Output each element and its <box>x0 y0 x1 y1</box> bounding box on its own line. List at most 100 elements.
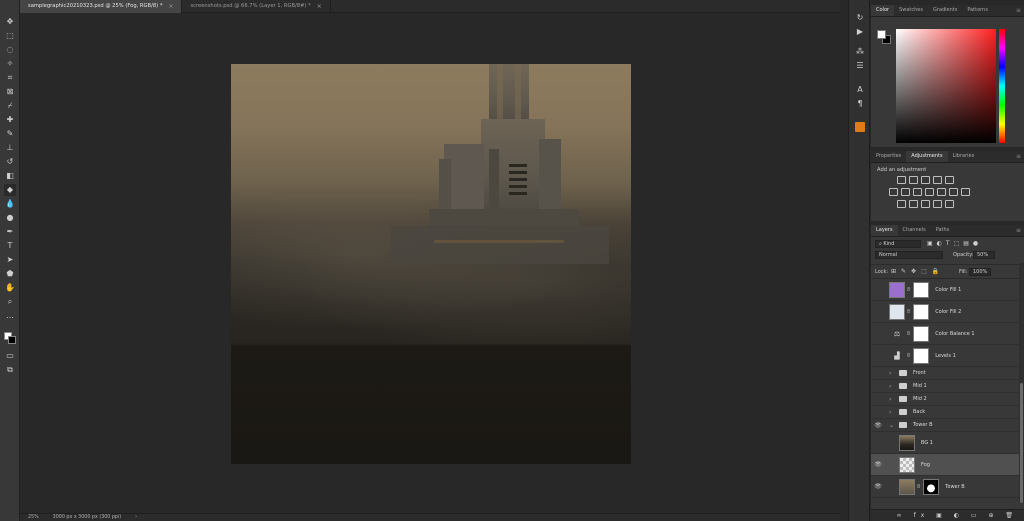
document-tab-screenshots[interactable]: screenshots.psd @ 66.7% (Layer 1, RGB/8#… <box>182 0 331 13</box>
move-tool-icon[interactable]: ✥ <box>4 16 16 28</box>
layer-mask-thumbnail[interactable] <box>913 303 930 320</box>
eye-icon[interactable]: 👁 <box>871 422 885 429</box>
opacity-input[interactable]: 50% <box>973 251 995 259</box>
tab-properties[interactable]: Properties <box>871 151 906 162</box>
screen-mode-icon[interactable]: ⧉ <box>4 364 16 376</box>
layer-filter-kind-select[interactable]: ⌕ Kind <box>875 240 921 248</box>
eye-icon[interactable]: 👁 <box>871 483 885 490</box>
tab-patterns[interactable]: Patterns <box>962 5 993 16</box>
shape-tool-icon[interactable]: ⬟ <box>4 268 16 280</box>
fill-input[interactable]: 100% <box>969 268 991 276</box>
crop-tool-icon[interactable]: ⌗ <box>4 72 16 84</box>
canvas-workspace[interactable] <box>21 14 840 513</box>
photo-filter-icon[interactable] <box>937 188 946 196</box>
layer-group-back[interactable]: › Back <box>871 406 1024 419</box>
layer-row-fog[interactable]: 👁 Fog <box>871 454 1024 476</box>
brush-tool-icon[interactable]: ✎ <box>4 128 16 140</box>
layer-group-tower-b[interactable]: 👁 ⌄ Tower B <box>871 419 1024 432</box>
eye-icon[interactable]: 👁 <box>871 461 885 468</box>
invert-icon[interactable] <box>897 200 906 208</box>
more-tools-icon[interactable]: … <box>4 310 16 322</box>
color-lookup-icon[interactable] <box>961 188 970 196</box>
tab-channels[interactable]: Channels <box>898 225 931 236</box>
path-selection-tool-icon[interactable]: ➤ <box>4 254 16 266</box>
blend-mode-select[interactable]: Normal <box>875 251 943 259</box>
close-icon[interactable]: × <box>317 0 322 13</box>
history-brush-tool-icon[interactable]: ↺ <box>4 156 16 168</box>
zoom-tool-icon[interactable]: ⌕ <box>4 296 16 308</box>
gradient-map-icon[interactable] <box>933 200 942 208</box>
tab-swatches[interactable]: Swatches <box>894 5 928 16</box>
vibrance-icon[interactable] <box>889 188 898 196</box>
posterize-icon[interactable] <box>909 200 918 208</box>
layers-footer-actions[interactable]: ∞ fx ▣ ◐ ▭ ⊕ 🗑 <box>871 509 1024 521</box>
tab-paths[interactable]: Paths <box>931 225 955 236</box>
layer-mask-thumbnail[interactable] <box>913 281 930 298</box>
sliders-icon[interactable]: ☰ <box>854 60 866 72</box>
healing-brush-tool-icon[interactable]: ✚ <box>4 114 16 126</box>
tab-libraries[interactable]: Libraries <box>948 151 980 162</box>
panel-menu-icon[interactable]: ≡ <box>1016 228 1021 234</box>
layer-row-color-fill-2[interactable]: 8 Color Fill 2 <box>871 301 1024 323</box>
document-canvas[interactable] <box>231 64 631 464</box>
paint-bucket-tool-icon[interactable]: ◆ <box>4 184 16 196</box>
paragraph-icon[interactable]: ¶ <box>854 98 866 110</box>
layer-row-bg-1[interactable]: BG 1 <box>871 432 1024 454</box>
frame-tool-icon[interactable]: ⊠ <box>4 86 16 98</box>
saturation-field[interactable] <box>896 29 996 143</box>
status-arrow-icon[interactable]: › <box>135 515 137 520</box>
panel-menu-icon[interactable]: ≡ <box>1016 154 1021 160</box>
dodge-tool-icon[interactable]: ● <box>4 212 16 224</box>
levels-icon[interactable] <box>909 176 918 184</box>
brush-settings-icon[interactable]: ⁂ <box>854 46 866 58</box>
expand-chevron-icon[interactable]: › <box>889 383 895 390</box>
selective-color-icon[interactable] <box>945 200 954 208</box>
layer-mask-thumbnail[interactable] <box>913 347 930 364</box>
pen-tool-icon[interactable]: ✒ <box>4 226 16 238</box>
scrollbar-thumb[interactable] <box>1020 383 1023 503</box>
layers-scrollbar[interactable] <box>1019 263 1024 503</box>
foreground-color-chip[interactable] <box>877 30 886 39</box>
actions-play-icon[interactable]: ▶ <box>854 26 866 38</box>
threshold-icon[interactable] <box>921 200 930 208</box>
3d-cube-icon[interactable] <box>855 122 865 132</box>
layer-row-tower-b[interactable]: 👁 8 Tower B <box>871 476 1024 498</box>
eyedropper-tool-icon[interactable]: ⌿ <box>4 100 16 112</box>
lock-icons[interactable]: ⊞✎✥⬚🔒 <box>891 268 944 275</box>
layer-filter-icons[interactable]: ▣◐T⬚▤● <box>927 240 982 247</box>
curves-icon[interactable] <box>921 176 930 184</box>
zoom-level[interactable]: 25% <box>28 515 39 520</box>
layer-row-levels-1[interactable]: ▟ 8 Levels 1 <box>871 345 1024 367</box>
layer-mask-thumbnail[interactable] <box>913 325 930 342</box>
exposure-icon[interactable] <box>933 176 942 184</box>
layer-group-mid-1[interactable]: › Mid 1 <box>871 380 1024 393</box>
history-icon[interactable]: ↻ <box>854 12 866 24</box>
layer-mask-thumbnail[interactable] <box>923 478 940 495</box>
marquee-tool-icon[interactable]: ⬚ <box>4 30 16 42</box>
tab-gradients[interactable]: Gradients <box>928 5 962 16</box>
lasso-tool-icon[interactable]: ◌ <box>4 44 16 56</box>
type-tool-icon[interactable]: T <box>4 240 16 252</box>
hue-slider[interactable] <box>999 29 1005 143</box>
layer-row-color-balance-1[interactable]: ⚖ 8 Color Balance 1 <box>871 323 1024 345</box>
collapse-chevron-icon[interactable]: ⌄ <box>889 422 895 429</box>
blur-tool-icon[interactable]: 💧 <box>4 198 16 210</box>
tab-layers[interactable]: Layers <box>871 225 898 236</box>
magic-wand-tool-icon[interactable]: ✧ <box>4 58 16 70</box>
document-tab-samplegraphic[interactable]: samplegraphic20210323.psd @ 25% (Fog, RG… <box>20 0 183 13</box>
expand-chevron-icon[interactable]: › <box>889 396 895 403</box>
character-icon[interactable]: A <box>854 84 866 96</box>
layer-row-color-fill-1[interactable]: 8 Color Fill 1 <box>871 279 1024 301</box>
panel-menu-icon[interactable]: ≡ <box>1016 8 1021 14</box>
gradient-map-triangle-icon[interactable] <box>945 176 954 184</box>
background-color-swatch[interactable] <box>8 336 16 344</box>
brightness-icon[interactable] <box>897 176 906 184</box>
eraser-tool-icon[interactable]: ◧ <box>4 170 16 182</box>
tab-adjustments[interactable]: Adjustments <box>906 151 948 162</box>
layer-group-front[interactable]: › Front <box>871 367 1024 380</box>
tab-color[interactable]: Color <box>871 5 895 16</box>
black-white-icon[interactable] <box>925 188 934 196</box>
close-icon[interactable]: × <box>168 0 173 13</box>
color-balance-icon[interactable] <box>913 188 922 196</box>
hue-saturation-icon[interactable] <box>901 188 910 196</box>
